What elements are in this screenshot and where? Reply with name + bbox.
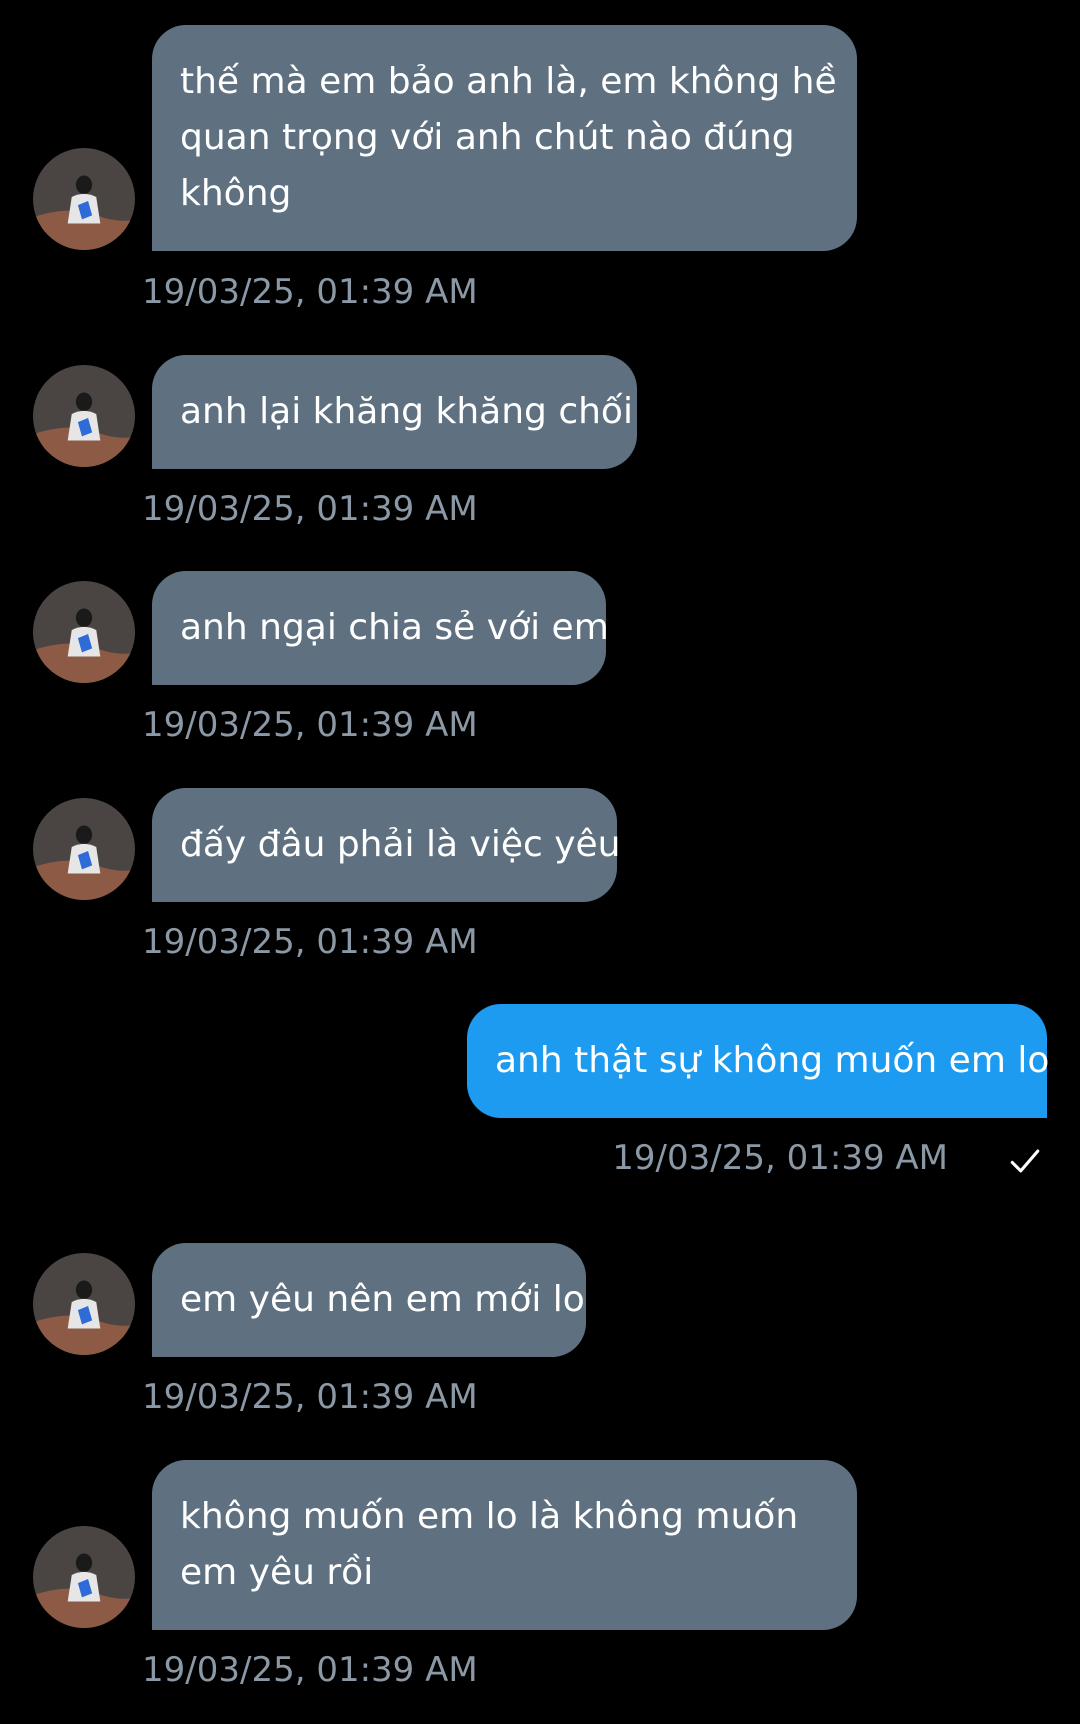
message-bubble-incoming[interactable]: thế mà em bảo anh là, em không hề quan t… bbox=[152, 25, 857, 251]
contact-avatar[interactable] bbox=[33, 581, 135, 683]
message-bubble-outgoing[interactable]: anh thật sự không muốn em lo bbox=[467, 1004, 1050, 1118]
message-timestamp: 19/03/25, 01:39 AM bbox=[142, 922, 478, 962]
contact-avatar[interactable] bbox=[33, 365, 135, 467]
message-timestamp: 19/03/25, 01:39 AM bbox=[142, 705, 478, 745]
message-text: em yêu nên em mới lo bbox=[180, 1279, 585, 1320]
message-bubble-incoming[interactable]: anh ngại chia sẻ với em bbox=[152, 571, 609, 685]
message-bubble-incoming[interactable]: anh lại khăng khăng chối bbox=[152, 355, 637, 469]
message-bubble-incoming[interactable]: em yêu nên em mới lo bbox=[152, 1243, 586, 1357]
avatar-photo bbox=[33, 365, 135, 467]
message-text: thế mà em bảo anh là, em không hề bbox=[180, 61, 837, 102]
message-timestamp: 19/03/25, 01:39 AM bbox=[142, 272, 478, 312]
avatar-photo bbox=[33, 1253, 135, 1355]
avatar-photo bbox=[33, 1526, 135, 1628]
message-bubble-incoming[interactable]: không muốn em lo là không muốn em yêu rồ… bbox=[152, 1460, 857, 1630]
avatar-photo bbox=[33, 798, 135, 900]
message-text: anh lại khăng khăng chối bbox=[180, 391, 633, 432]
message-text: không muốn em lo là không muốn bbox=[180, 1496, 799, 1537]
contact-avatar[interactable] bbox=[33, 1253, 135, 1355]
message-text: anh thật sự không muốn em lo bbox=[495, 1040, 1050, 1081]
message-timestamp: 19/03/25, 01:39 AM bbox=[612, 1138, 948, 1178]
message-thread: thế mà em bảo anh là, em không hề quan t… bbox=[0, 0, 1080, 1724]
avatar-photo bbox=[33, 148, 135, 250]
message-timestamp: 19/03/25, 01:39 AM bbox=[142, 489, 478, 529]
message-text: quan trọng với anh chút nào đúng bbox=[180, 117, 795, 158]
contact-avatar[interactable] bbox=[33, 1526, 135, 1628]
message-bubble-incoming[interactable]: đấy đâu phải là việc yêu bbox=[152, 788, 621, 902]
message-timestamp: 19/03/25, 01:39 AM bbox=[142, 1377, 478, 1417]
contact-avatar[interactable] bbox=[33, 148, 135, 250]
message-text: em yêu rồi bbox=[180, 1552, 374, 1593]
message-text: không bbox=[180, 173, 292, 214]
checkmark-icon bbox=[1010, 1149, 1040, 1173]
message-text: anh ngại chia sẻ với em bbox=[180, 607, 609, 648]
avatar-photo bbox=[33, 581, 135, 683]
contact-avatar[interactable] bbox=[33, 798, 135, 900]
message-timestamp: 19/03/25, 01:39 AM bbox=[142, 1650, 478, 1690]
message-text: đấy đâu phải là việc yêu bbox=[180, 824, 621, 865]
